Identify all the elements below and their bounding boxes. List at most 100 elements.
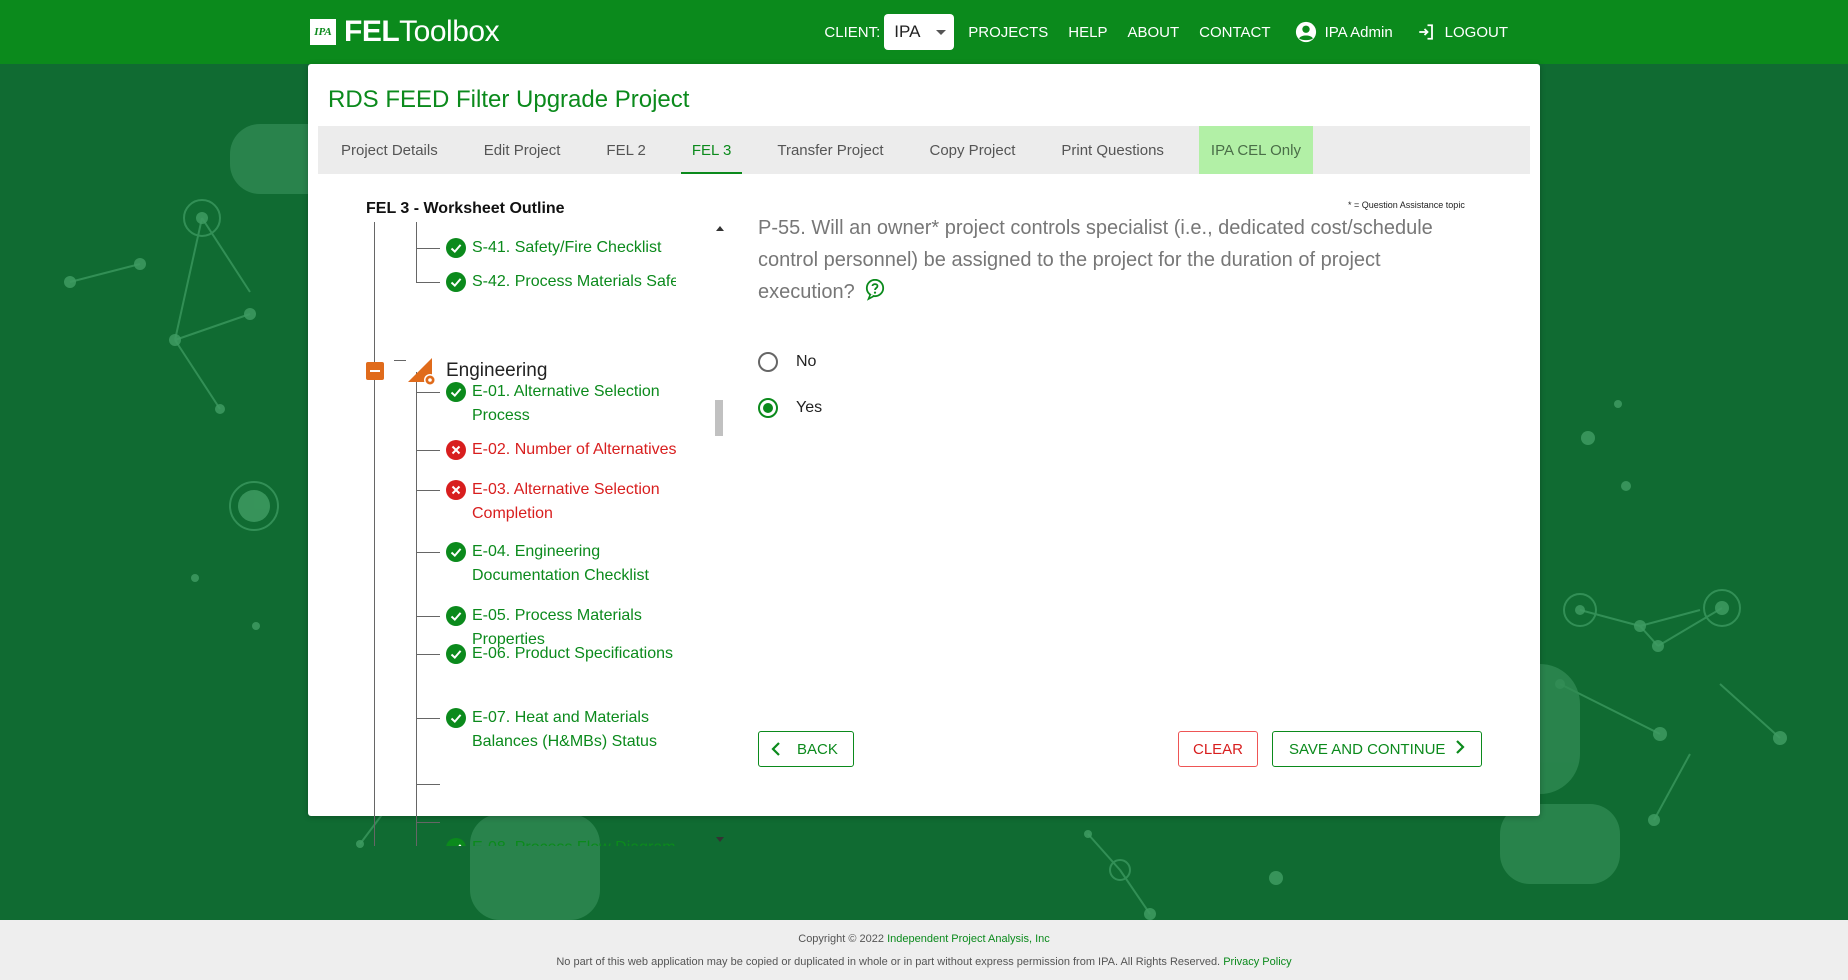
outline-section-label: Engineering	[446, 360, 548, 381]
tab-fel-3[interactable]: FEL 3	[669, 126, 754, 174]
nav-projects[interactable]: PROJECTS	[958, 24, 1058, 41]
tab-ipa-cel-only[interactable]: IPA CEL Only	[1198, 126, 1313, 174]
nav-contact[interactable]: CONTACT	[1189, 24, 1280, 41]
chevron-right-icon	[1455, 739, 1465, 759]
tab-edit-project[interactable]: Edit Project	[461, 126, 584, 174]
outline-item-e-02[interactable]: E-02. Number of Alternatives	[446, 438, 676, 462]
outline-item-label: E-03. Alternative Selection Completion	[472, 481, 660, 522]
question-assistance-note: * = Question Assistance topic	[1348, 200, 1465, 210]
radio-yes[interactable]	[758, 398, 778, 418]
tree-line	[416, 822, 440, 823]
outline-item-s-42[interactable]: S-42. Process Materials Safety	[446, 270, 676, 294]
client-select[interactable]: IPA	[884, 14, 955, 50]
tree-line	[416, 282, 440, 283]
caret-down-icon	[936, 30, 947, 35]
outline-item-s-41[interactable]: S-41. Safety/Fire Checklist	[446, 236, 676, 260]
tab-project-details[interactable]: Project Details	[318, 126, 461, 174]
tab-copy-project[interactable]: Copy Project	[907, 126, 1039, 174]
nav-about[interactable]: ABOUT	[1117, 24, 1189, 41]
outline-item-label: E-08. Process Flow Diagrams	[472, 836, 676, 846]
tree-line	[416, 718, 440, 719]
tree-line	[416, 222, 417, 282]
user-menu[interactable]: IPA Admin	[1281, 21, 1403, 43]
tree-line	[416, 450, 440, 451]
tab-transfer-project[interactable]: Transfer Project	[754, 126, 906, 174]
tree-line	[416, 616, 440, 617]
logo-toolbox-text: Toolbox	[399, 15, 500, 48]
error-circle-icon	[446, 480, 466, 500]
client-label: CLIENT:	[824, 23, 881, 41]
footer-company-link[interactable]: Independent Project Analysis, Inc	[887, 933, 1050, 945]
privacy-policy-link[interactable]: Privacy Policy	[1223, 956, 1291, 968]
tree-line	[416, 392, 440, 393]
tree-line	[374, 222, 375, 846]
check-circle-icon	[446, 606, 466, 626]
project-tabs: Project Details Edit Project FEL 2 FEL 3…	[318, 126, 1530, 174]
check-circle-icon	[446, 708, 466, 728]
save-and-continue-button[interactable]: SAVE AND CONTINUE	[1272, 731, 1482, 767]
tab-print-questions[interactable]: Print Questions	[1038, 126, 1187, 174]
outline-title: FEL 3 - Worksheet Outline	[366, 200, 565, 217]
footer: Copyright © 2022 Independent Project Ana…	[0, 920, 1848, 980]
ipa-logo-mark: IPA	[310, 19, 336, 45]
back-label: BACK	[797, 740, 838, 758]
outline-item-label: E-06. Product Specifications	[472, 645, 673, 662]
tree-line	[416, 490, 440, 491]
main-nav: CLIENT: IPA PROJECTS HELP ABOUT CONTACT …	[824, 0, 1508, 64]
tree-line	[416, 784, 440, 785]
question-text-body: P-55. Will an owner* project controls sp…	[758, 217, 1433, 303]
check-circle-icon	[446, 382, 466, 402]
question-help-icon[interactable]	[865, 278, 885, 311]
back-button[interactable]: BACK	[758, 731, 854, 767]
chevron-left-icon	[771, 742, 780, 756]
option-no[interactable]: No	[758, 352, 816, 372]
outline-item-e-01[interactable]: E-01. Alternative Selection Process	[446, 380, 676, 428]
option-yes-label: Yes	[796, 399, 823, 416]
collapse-minus-icon[interactable]	[366, 362, 384, 380]
outline-item-e-03[interactable]: E-03. Alternative Selection Completion	[446, 478, 676, 526]
clear-label: CLEAR	[1192, 740, 1244, 758]
fel-toolbox-logo[interactable]: IPA FEL Toolbox	[310, 15, 500, 48]
outline-item-label: E-01. Alternative Selection Process	[472, 383, 660, 424]
client-select-value: IPA	[894, 22, 921, 41]
check-circle-icon	[446, 644, 466, 664]
outline-item-e-06[interactable]: E-06. Product Specifications	[446, 642, 676, 666]
logout-icon	[1417, 23, 1435, 41]
engineering-icon	[408, 358, 436, 386]
radio-no[interactable]	[758, 352, 778, 372]
outline-scrollbar[interactable]	[714, 222, 726, 846]
outline-item-label: S-41. Safety/Fire Checklist	[472, 239, 662, 256]
scroll-down-arrow-icon[interactable]	[716, 837, 724, 842]
footer-disclaimer: No part of this web application may be c…	[556, 956, 1221, 968]
tab-fel-2[interactable]: FEL 2	[583, 126, 668, 174]
worksheet-outline[interactable]: S-41. Safety/Fire Checklist S-42. Proces…	[366, 222, 676, 846]
logo-fel-text: FEL	[344, 15, 400, 48]
outline-item-e-04[interactable]: E-04. Engineering Documentation Checklis…	[446, 540, 676, 588]
scrollbar-thumb[interactable]	[715, 400, 723, 436]
save-label: SAVE AND CONTINUE	[1289, 740, 1446, 758]
nav-help[interactable]: HELP	[1058, 24, 1117, 41]
top-navbar: IPA FEL Toolbox CLIENT: IPA PROJECTS HEL…	[0, 0, 1848, 64]
outline-item-label: E-02. Number of Alternatives	[472, 441, 676, 458]
scroll-up-arrow-icon[interactable]	[716, 226, 724, 231]
tree-line	[416, 654, 440, 655]
outline-item-label: S-42. Process Materials Safety	[472, 273, 676, 290]
project-card: RDS FEED Filter Upgrade Project Project …	[308, 64, 1540, 846]
footer-disclaimer-line: No part of this web application may be c…	[0, 956, 1848, 968]
option-no-label: No	[796, 353, 817, 370]
clear-button[interactable]: CLEAR	[1178, 731, 1258, 767]
outline-item-e-08[interactable]: E-08. Process Flow Diagrams	[446, 836, 676, 846]
option-yes[interactable]: Yes	[758, 398, 822, 418]
tree-line	[416, 248, 440, 249]
error-circle-icon	[446, 440, 466, 460]
outline-item-e-07[interactable]: E-07. Heat and Materials Balances (H&MBs…	[446, 706, 676, 754]
check-circle-icon	[446, 838, 466, 846]
page-title: RDS FEED Filter Upgrade Project	[328, 86, 690, 113]
user-name: IPA Admin	[1324, 23, 1393, 41]
logout-label: LOGOUT	[1444, 23, 1508, 41]
outline-item-label: E-07. Heat and Materials Balances (H&MBs…	[472, 709, 657, 750]
question-text: P-55. Will an owner* project controls sp…	[758, 212, 1478, 311]
logout-button[interactable]: LOGOUT	[1403, 23, 1508, 41]
check-circle-icon	[446, 542, 466, 562]
outline-tree: S-41. Safety/Fire Checklist S-42. Proces…	[366, 222, 676, 846]
